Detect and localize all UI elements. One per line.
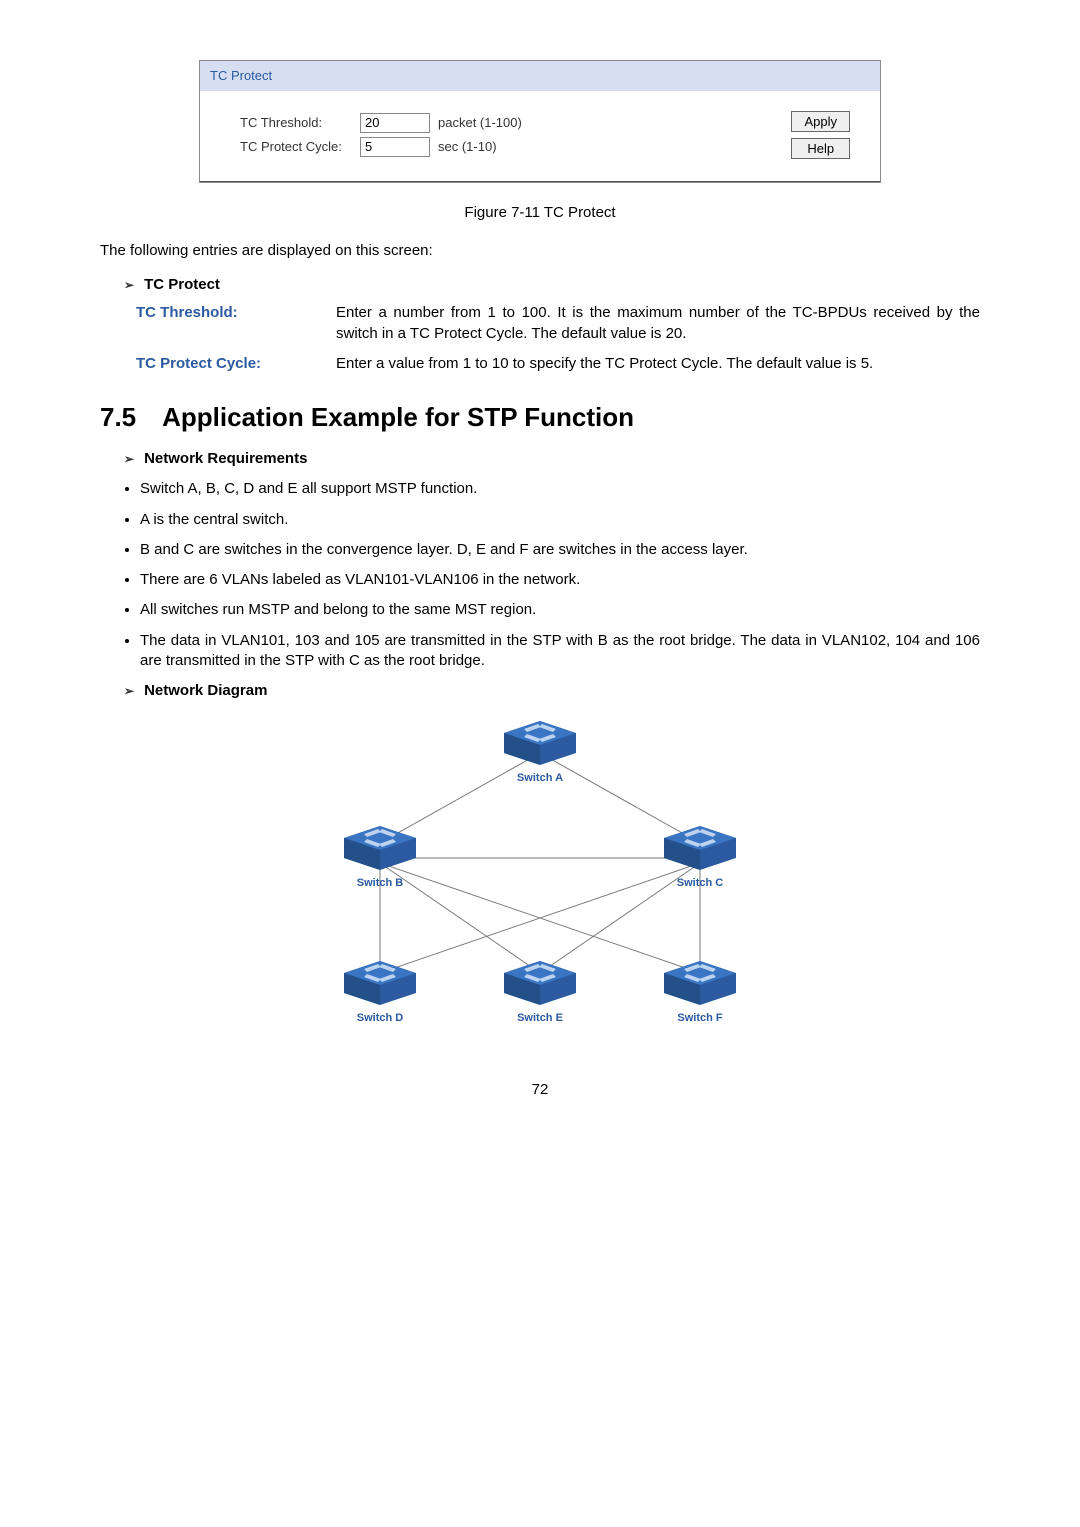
tc-protect-figure: TC Protect TC Threshold: packet (1-100) …: [199, 60, 881, 183]
diagram-links: [380, 753, 700, 973]
tc-threshold-input[interactable]: [360, 113, 430, 133]
requirements-list: Switch A, B, C, D and E all support MSTP…: [100, 479, 980, 671]
switch-icon: [504, 721, 576, 765]
tc-threshold-label: TC Threshold:: [240, 114, 360, 132]
figure-panel-body: TC Threshold: packet (1-100) TC Protect …: [200, 91, 880, 182]
tc-cycle-label: TC Protect Cycle:: [240, 138, 360, 156]
def-tc-threshold: TC Threshold: Enter a number from 1 to 1…: [136, 303, 980, 344]
apply-button[interactable]: Apply: [791, 111, 850, 132]
list-item: Switch A, B, C, D and E all support MSTP…: [140, 479, 980, 499]
figure-fields: TC Threshold: packet (1-100) TC Protect …: [240, 109, 791, 161]
switch-b-node: Switch B: [344, 826, 416, 889]
switch-a-node: Switch A: [504, 721, 576, 784]
def-tc-cycle-term: TC Protect Cycle:: [136, 354, 336, 374]
intro-text: The following entries are displayed on t…: [100, 241, 980, 261]
switch-f-node: Switch F: [664, 961, 736, 1024]
def-tc-threshold-text: Enter a number from 1 to 100. It is the …: [336, 303, 980, 344]
switch-icon: [504, 961, 576, 1005]
switch-d-label: Switch D: [357, 1012, 404, 1024]
list-item: The data in VLAN101, 103 and 105 are tra…: [140, 631, 980, 672]
switch-b-label: Switch B: [357, 877, 404, 889]
network-diagram: Switch A Switch B Switch C Switch D Swit…: [100, 713, 980, 1039]
tc-cycle-hint: sec (1-10): [438, 138, 497, 156]
page-number: 72: [100, 1080, 980, 1100]
switch-c-label: Switch C: [677, 877, 724, 889]
def-tc-cycle-text: Enter a value from 1 to 10 to specify th…: [336, 354, 980, 374]
tc-cycle-input[interactable]: [360, 137, 430, 157]
figure-caption: Figure 7-11 TC Protect: [100, 203, 980, 223]
figure-panel-header: TC Protect: [200, 61, 880, 91]
network-diagram-svg: Switch A Switch B Switch C Switch D Swit…: [300, 713, 780, 1033]
switch-icon: [344, 826, 416, 870]
switch-f-label: Switch F: [677, 1012, 723, 1024]
switch-icon: [344, 961, 416, 1005]
list-item: A is the central switch.: [140, 510, 980, 530]
list-item: B and C are switches in the convergence …: [140, 540, 980, 560]
list-item: There are 6 VLANs labeled as VLAN101-VLA…: [140, 570, 980, 590]
tc-threshold-row: TC Threshold: packet (1-100): [240, 113, 791, 133]
section-heading: 7.5 Application Example for STP Function: [100, 400, 980, 435]
network-requirements-heading: Network Requirements: [124, 449, 980, 469]
figure-buttons: Apply Help: [791, 111, 850, 159]
switch-d-node: Switch D: [344, 961, 416, 1024]
switch-e-label: Switch E: [517, 1012, 563, 1024]
tc-cycle-row: TC Protect Cycle: sec (1-10): [240, 137, 791, 157]
switch-e-node: Switch E: [504, 961, 576, 1024]
switch-a-label: Switch A: [517, 772, 563, 784]
switch-icon: [664, 826, 736, 870]
def-tc-threshold-term: TC Threshold:: [136, 303, 336, 344]
tc-protect-heading: TC Protect: [124, 275, 980, 295]
list-item: All switches run MSTP and belong to the …: [140, 600, 980, 620]
definition-list: TC Threshold: Enter a number from 1 to 1…: [136, 303, 980, 374]
switch-c-node: Switch C: [664, 826, 736, 889]
tc-threshold-hint: packet (1-100): [438, 114, 522, 132]
switch-icon: [664, 961, 736, 1005]
def-tc-cycle: TC Protect Cycle: Enter a value from 1 t…: [136, 354, 980, 374]
network-diagram-heading: Network Diagram: [124, 681, 980, 701]
help-button[interactable]: Help: [791, 138, 850, 159]
